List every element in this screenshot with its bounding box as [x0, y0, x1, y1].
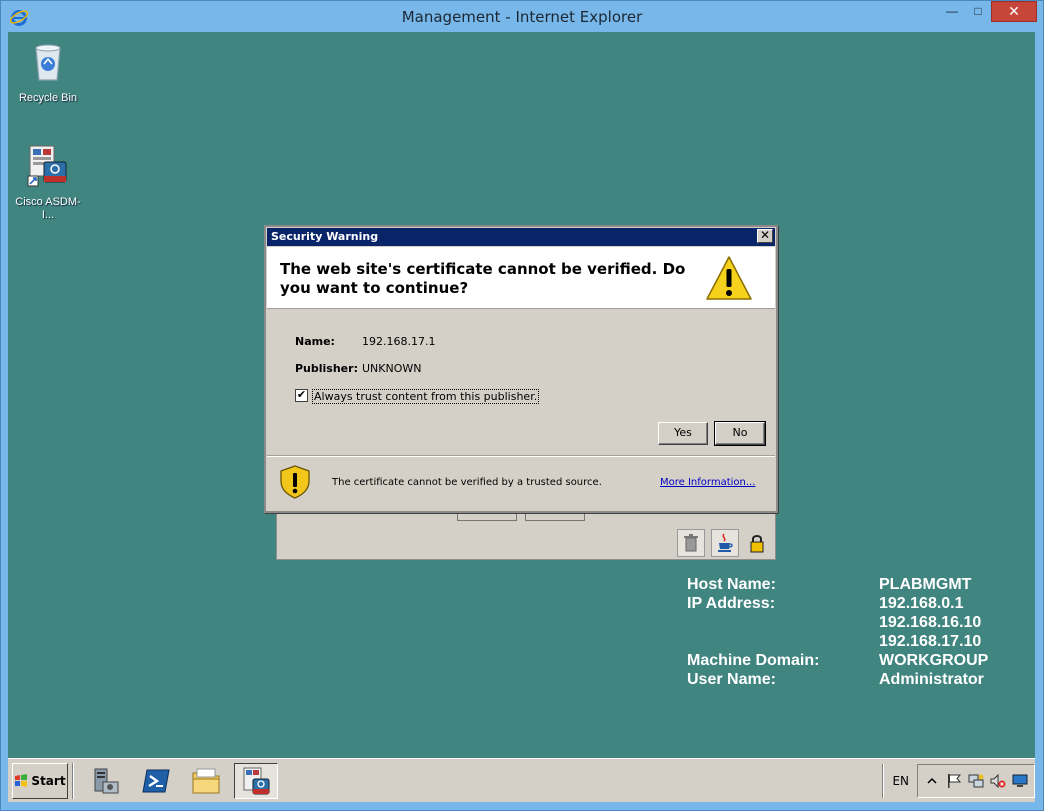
chevron-up-icon: [927, 777, 937, 784]
desktop-icon-recycle-bin[interactable]: Recycle Bin: [13, 40, 83, 105]
cisco-asdm-icon: [243, 767, 270, 795]
dialog-close-button[interactable]: ✕: [757, 229, 773, 243]
recycle-bin-icon: [35, 44, 61, 81]
taskbar-app-cisco-asdm[interactable]: [234, 763, 278, 799]
desktop-icon-cisco-asdm[interactable]: Cisco ASDM-I...: [13, 144, 83, 222]
java-button[interactable]: [711, 529, 739, 557]
no-button[interactable]: No: [714, 421, 766, 446]
windows-logo-icon: [15, 774, 28, 787]
dialog-title: Security Warning: [271, 230, 379, 243]
user-name-value: Administrator: [879, 671, 984, 688]
file-explorer-icon: [192, 768, 220, 794]
always-trust-checkbox[interactable]: ✔: [295, 389, 308, 402]
shield-warning-icon: [280, 465, 310, 499]
taskbar: Start EN: [8, 758, 1035, 802]
taskbar-app-file-explorer[interactable]: [184, 763, 228, 799]
java-cup-icon: [718, 533, 733, 552]
host-name-value: PLABMGMT: [879, 576, 972, 593]
cisco-asdm-icon: [27, 145, 67, 187]
server-manager-icon: [94, 768, 119, 794]
dialog-question: The web site's certificate cannot be ver…: [280, 260, 686, 297]
monitor-icon: [1012, 774, 1028, 787]
window-title: Management - Internet Explorer: [401, 8, 643, 26]
taskbar-app-server-manager[interactable]: [84, 763, 128, 799]
always-trust-label[interactable]: Always trust content from this publisher…: [312, 389, 540, 404]
minimize-button[interactable]: —: [939, 1, 965, 21]
host-name-label: Host Name:: [687, 576, 776, 593]
security-warning-dialog: Security Warning ✕ The web site's certif…: [264, 225, 778, 513]
speaker-muted-icon: [990, 773, 1006, 789]
machine-domain-label: Machine Domain:: [687, 652, 820, 669]
ip-address-label: IP Address:: [687, 595, 776, 612]
lock-icon: [750, 535, 764, 553]
warning-icon: [706, 256, 752, 300]
remote-desktop[interactable]: Recycle Bin Cisco ASDM-I... Host Name: P…: [8, 32, 1035, 759]
window-controls: — □ ✕: [939, 1, 1037, 23]
machine-domain-value: WORKGROUP: [879, 652, 989, 669]
ip-address-value: 192.168.0.1: [879, 595, 964, 612]
start-label: Start: [31, 774, 66, 788]
desktop-icon-label: Cisco ASDM-I...: [15, 196, 81, 221]
publisher-label: Publisher:: [295, 362, 358, 375]
trash-button[interactable]: [677, 529, 705, 557]
show-desktop-button[interactable]: [1012, 773, 1028, 789]
publisher-value: UNKNOWN: [362, 362, 422, 375]
network-icon: [968, 774, 984, 788]
user-name-label: User Name:: [687, 671, 776, 688]
more-information-link[interactable]: More Information...: [660, 477, 755, 488]
notification-area: [917, 764, 1035, 798]
volume-button[interactable]: [990, 773, 1006, 789]
taskbar-separator: [72, 763, 74, 799]
taskbar-app-powershell[interactable]: [134, 763, 178, 799]
dialog-titlebar[interactable]: Security Warning ✕: [267, 228, 775, 246]
trash-icon: [684, 534, 698, 552]
java-loader-panel: [276, 510, 776, 560]
dialog-header: The web site's certificate cannot be ver…: [267, 247, 775, 309]
powershell-icon: [142, 769, 170, 793]
name-value: 192.168.17.1: [362, 335, 436, 348]
ie-titlebar[interactable]: Management - Internet Explorer — □ ✕: [1, 1, 1043, 32]
certificate-footer-text: The certificate cannot be verified by a …: [332, 477, 602, 488]
system-tray: EN: [882, 763, 1035, 799]
language-indicator[interactable]: EN: [884, 774, 917, 788]
ip-address-value: 192.168.17.10: [879, 633, 982, 650]
flag-icon: [948, 774, 962, 788]
show-hidden-icons-button[interactable]: [924, 773, 940, 789]
network-status-button[interactable]: [968, 773, 984, 789]
ie-window: Management - Internet Explorer — □ ✕ Rec…: [0, 0, 1044, 811]
dialog-separator: [267, 455, 775, 457]
ip-address-value: 192.168.16.10: [879, 614, 982, 631]
close-button[interactable]: ✕: [991, 1, 1037, 22]
start-button[interactable]: Start: [12, 763, 68, 799]
name-label: Name:: [295, 335, 335, 348]
desktop-icon-label: Recycle Bin: [18, 92, 78, 104]
yes-button[interactable]: Yes: [658, 422, 708, 445]
action-center-button[interactable]: [946, 773, 962, 789]
maximize-button[interactable]: □: [965, 1, 991, 21]
